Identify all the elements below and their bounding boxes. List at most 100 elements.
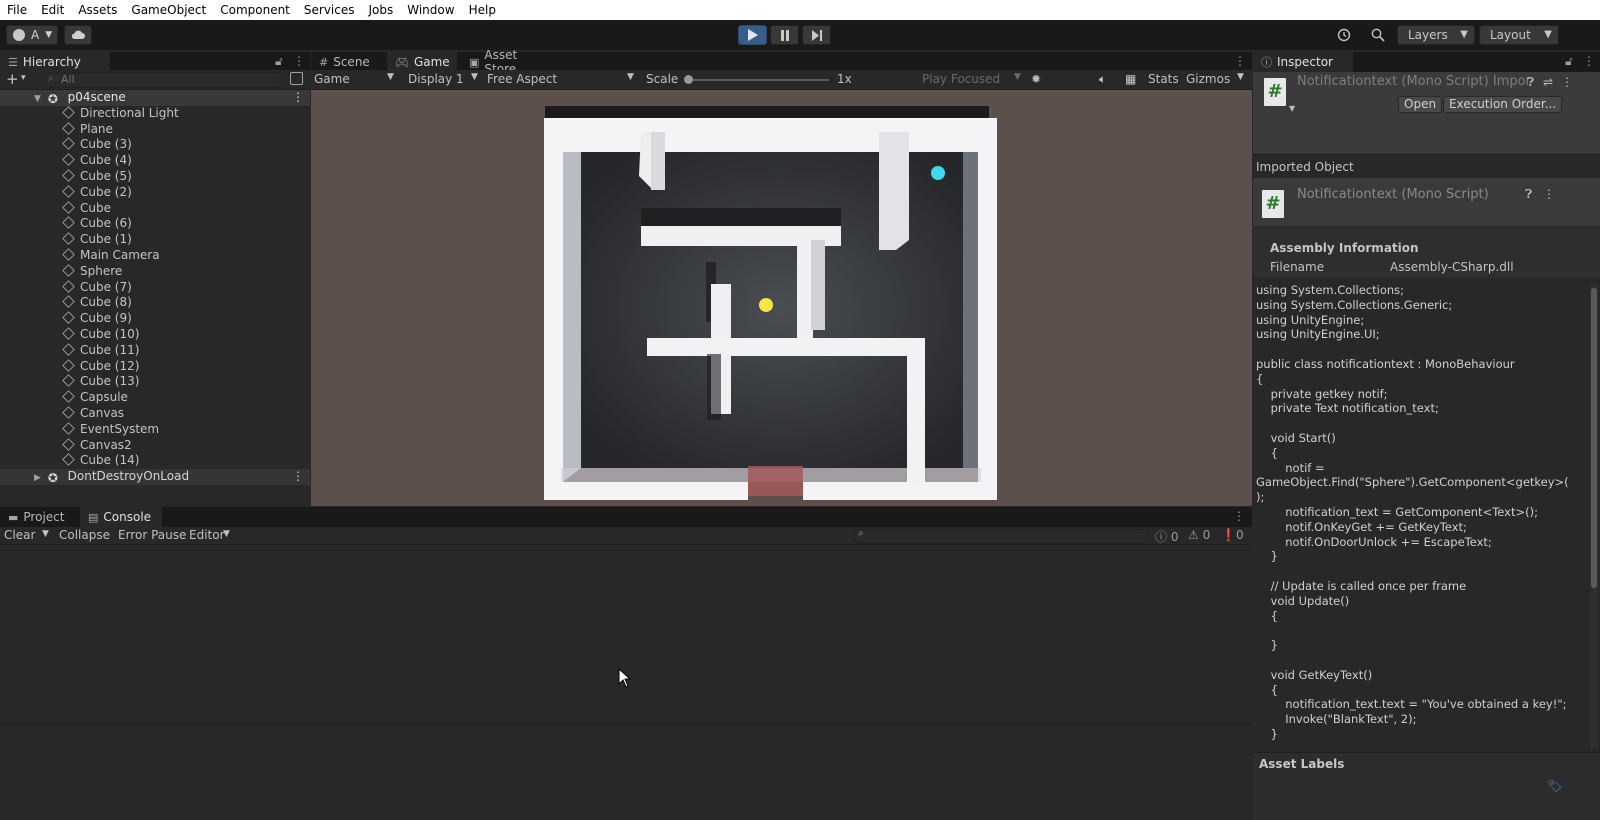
menu-help[interactable]: Help [462, 0, 503, 20]
lock-icon[interactable]: 🔓︎ [275, 54, 283, 69]
kebab-menu-icon[interactable]: ⋮ [292, 469, 304, 485]
hierarchy-item[interactable]: Cube (7) [0, 280, 310, 296]
hierarchy-item[interactable]: Main Camera [0, 248, 310, 264]
aspect-dropdown[interactable]: Free Aspect [487, 72, 557, 86]
step-button[interactable] [802, 25, 831, 45]
mouse-cursor-icon [618, 668, 632, 688]
stats-button[interactable]: Stats [1148, 72, 1179, 86]
hierarchy-item[interactable]: Cube (4) [0, 153, 310, 169]
help-icon[interactable]: ❓︎ [1525, 187, 1532, 202]
play-focused-dropdown[interactable]: Play Focused [922, 72, 1000, 86]
pause-button[interactable] [770, 25, 799, 45]
scale-slider[interactable] [684, 75, 829, 84]
scene-row[interactable]: ▼ ✪ p04scene ⋮ [0, 90, 310, 106]
hierarchy-item[interactable]: Sphere [0, 264, 310, 280]
caret-down-icon[interactable]: ▼ [42, 529, 49, 539]
execution-order-button[interactable]: Execution Order... [1443, 96, 1563, 113]
hierarchy-item[interactable]: Cube (12) [0, 359, 310, 375]
scrollbar-thumb[interactable] [1591, 288, 1597, 588]
tab-console[interactable]: ▤ Console [80, 507, 162, 527]
hierarchy-item[interactable]: Cube (14) [0, 453, 310, 469]
kebab-menu-icon[interactable]: ⋮ [1543, 187, 1555, 201]
cloud-button[interactable] [64, 25, 92, 45]
open-button[interactable]: Open [1398, 96, 1443, 113]
console-detail-divider[interactable] [0, 724, 1252, 725]
tab-asset-store[interactable]: ▣ Asset Store [461, 48, 556, 76]
caret-down-icon: ▼ [223, 529, 230, 539]
lock-icon[interactable]: 🔓︎ [1565, 54, 1573, 69]
game-viewport[interactable] [311, 90, 1252, 506]
menu-component[interactable]: Component [213, 0, 297, 20]
kebab-menu-icon[interactable]: ⋮ [293, 54, 305, 68]
console-search-input[interactable]: ⌕ [853, 528, 1148, 544]
script-source-preview: using System.Collections; using System.C… [1256, 283, 1569, 741]
menu-gameobject[interactable]: GameObject [124, 0, 213, 20]
help-icon[interactable]: ❓︎ [1527, 75, 1534, 90]
clear-button[interactable]: Clear [4, 528, 35, 542]
slider-handle[interactable] [684, 75, 693, 84]
settings-icon[interactable]: ⇌ [1543, 75, 1553, 89]
grid-icon[interactable]: ▦ [1125, 72, 1136, 86]
hierarchy-item[interactable]: Plane [0, 122, 310, 138]
log-count-toggle[interactable]: ⓘ 0 [1155, 528, 1178, 545]
hierarchy-search-input[interactable]: ⌕ All [44, 72, 284, 88]
tab-hierarchy[interactable]: ☰ Hierarchy [0, 52, 110, 72]
layout-dropdown[interactable]: Layout ▼ [1479, 25, 1559, 45]
kebab-menu-icon[interactable]: ⋮ [1561, 75, 1573, 89]
tab-project[interactable]: ▬ Project [0, 507, 76, 527]
collapse-button[interactable]: Collapse [59, 528, 110, 542]
hierarchy-item-label: Canvas [80, 405, 125, 420]
editor-dropdown[interactable]: Editor [189, 528, 225, 542]
tag-icon[interactable]: 🏷︎ [1547, 779, 1562, 793]
menu-jobs[interactable]: Jobs [362, 0, 401, 20]
warning-count-toggle[interactable]: ⚠ 0 [1188, 528, 1210, 542]
hierarchy-item[interactable]: Capsule [0, 390, 310, 406]
hierarchy-item[interactable]: Cube [0, 201, 310, 217]
layers-dropdown[interactable]: Layers ▼ [1397, 25, 1475, 45]
hierarchy-item[interactable]: Cube (10) [0, 327, 310, 343]
hierarchy-item[interactable]: Cube (5) [0, 169, 310, 185]
account-dropdown[interactable]: A ▼ [6, 25, 58, 45]
kebab-menu-icon[interactable]: ⋮ [292, 90, 304, 106]
hierarchy-item[interactable]: Canvas [0, 406, 310, 422]
game-view-mode-dropdown[interactable]: Game [314, 72, 350, 86]
hierarchy-item[interactable]: Directional Light [0, 106, 310, 122]
hierarchy-item[interactable]: Cube (11) [0, 343, 310, 359]
hierarchy-item[interactable]: EventSystem [0, 422, 310, 438]
hierarchy-item[interactable]: Cube (3) [0, 137, 310, 153]
hierarchy-item[interactable]: Canvas2 [0, 438, 310, 454]
add-icon[interactable]: + [6, 70, 19, 88]
hierarchy-item[interactable]: Cube (9) [0, 311, 310, 327]
hierarchy-item[interactable]: Cube (6) [0, 216, 310, 232]
dontdestroyonload-row[interactable]: ▶ ✪ DontDestroyOnLoad ⋮ [0, 469, 310, 485]
kebab-menu-icon[interactable]: ⋮ [1233, 509, 1245, 523]
tab-game[interactable]: 🎮︎ Game [387, 52, 457, 72]
menu-file[interactable]: File [0, 0, 34, 20]
hierarchy-item[interactable]: Cube (2) [0, 185, 310, 201]
grid-icon: # [319, 55, 329, 69]
error-pause-button[interactable]: Error Pause [118, 528, 186, 542]
collapse-arrow-icon[interactable]: ▶ [34, 471, 44, 487]
play-button[interactable] [738, 25, 767, 45]
history-button[interactable] [1330, 25, 1358, 45]
menu-edit[interactable]: Edit [34, 0, 71, 20]
tab-scene[interactable]: # Scene [311, 52, 383, 72]
hierarchy-item[interactable]: Cube (8) [0, 295, 310, 311]
bug-icon[interactable]: ✹ [1031, 72, 1041, 86]
error-count-toggle[interactable]: ❗0 [1221, 528, 1244, 542]
menu-services[interactable]: Services [297, 0, 362, 20]
kebab-menu-icon[interactable]: ⋮ [1234, 54, 1246, 68]
chevron-down-icon[interactable]: ▾ [21, 73, 26, 83]
menu-window[interactable]: Window [400, 0, 461, 20]
display-dropdown[interactable]: Display 1 [408, 72, 464, 86]
search-button[interactable] [1364, 25, 1392, 45]
gizmos-dropdown[interactable]: Gizmos [1186, 72, 1230, 86]
scene-visibility-icon[interactable] [290, 72, 303, 85]
tab-inspector[interactable]: ⓘ Inspector [1253, 52, 1353, 72]
speaker-icon[interactable]: 🔈︎ [1099, 72, 1106, 87]
menu-assets[interactable]: Assets [71, 0, 124, 20]
inspector-scrollbar[interactable] [1590, 284, 1598, 749]
hierarchy-item[interactable]: Cube (13) [0, 374, 310, 390]
kebab-menu-icon[interactable]: ⋮ [1583, 54, 1595, 68]
hierarchy-item[interactable]: Cube (1) [0, 232, 310, 248]
